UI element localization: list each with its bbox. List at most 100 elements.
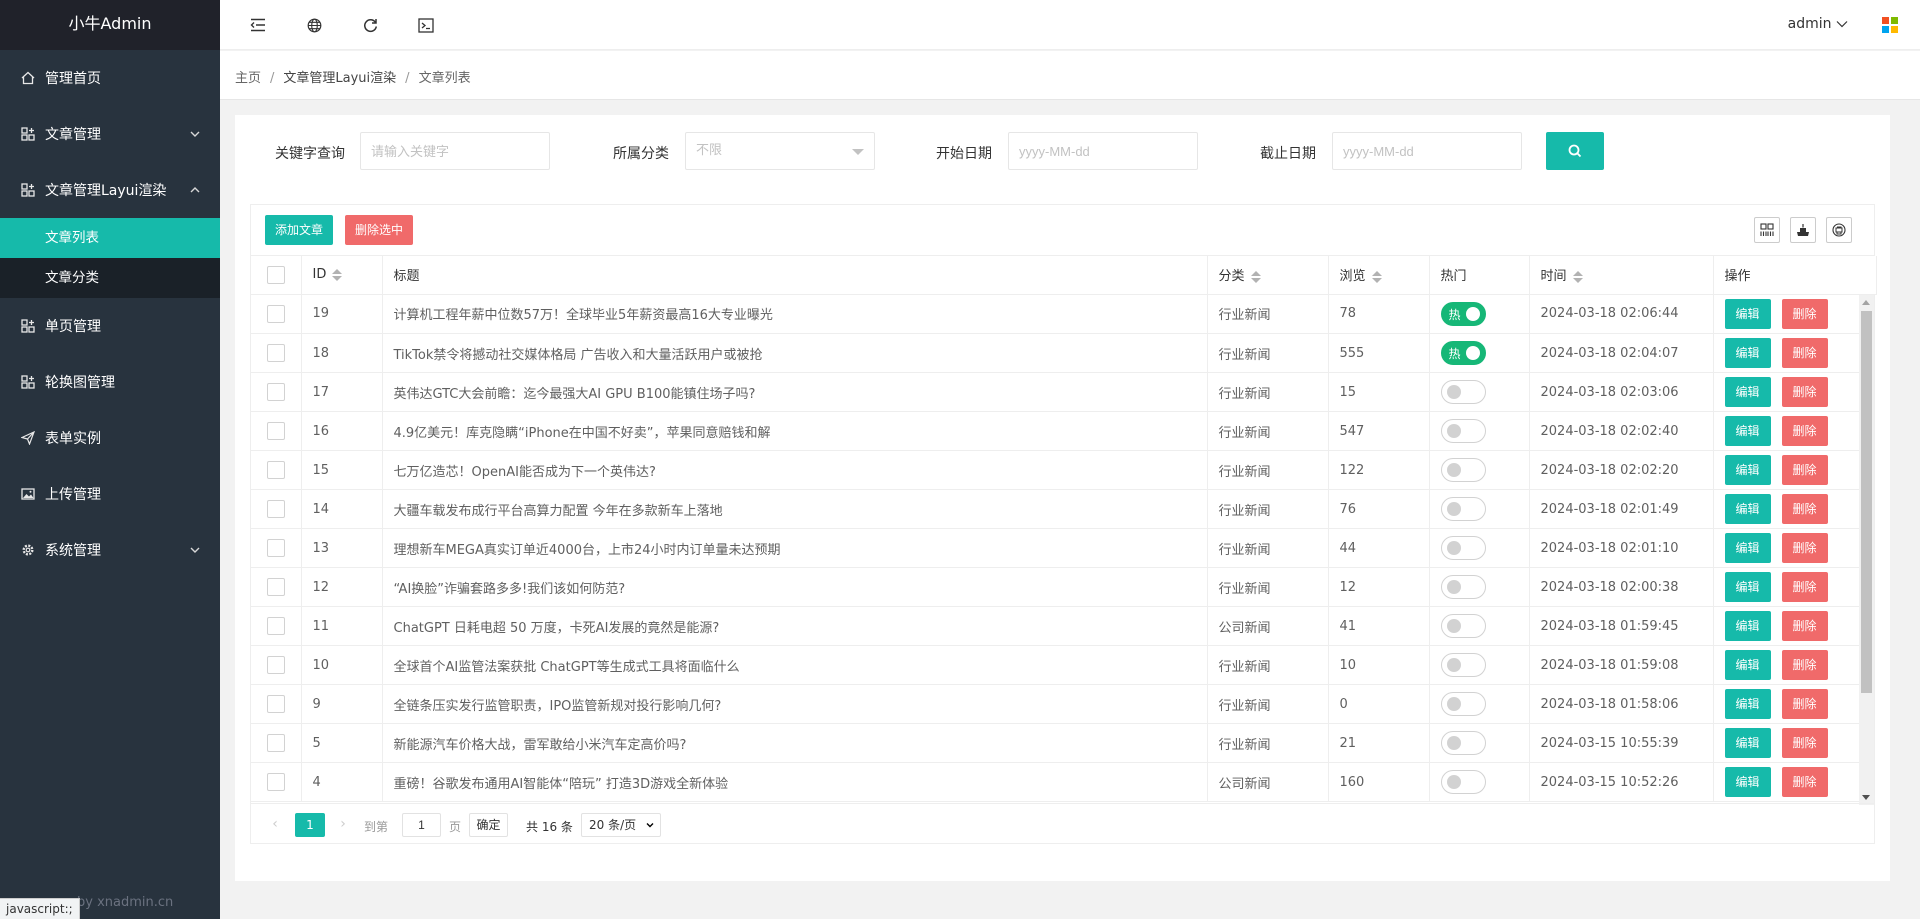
- table-row[interactable]: 11 ChatGPT 日耗电超 50 万度，卡死AI发展的竟然是能源? 公司新闻 41…: [251, 606, 1874, 646]
- delete-button[interactable]: 删除: [1781, 572, 1828, 602]
- menu-fold-icon[interactable]: [248, 15, 268, 35]
- start-date-input[interactable]: [1008, 132, 1198, 170]
- edit-button[interactable]: 编辑: [1724, 572, 1771, 602]
- column-header-category[interactable]: 分类: [1207, 256, 1329, 295]
- scroll-down-arrow-icon[interactable]: [1862, 794, 1870, 800]
- hot-toggle[interactable]: [1440, 536, 1486, 560]
- row-checkbox[interactable]: [266, 734, 285, 752]
- sidebar-item-pages[interactable]: 单页管理: [0, 298, 220, 354]
- edit-button[interactable]: 编辑: [1724, 611, 1771, 641]
- sidebar-item-articles-layui[interactable]: 文章管理Layui渲染: [0, 162, 220, 218]
- sort-icon[interactable]: [1572, 270, 1583, 283]
- hot-toggle[interactable]: 热: [1440, 341, 1486, 365]
- page-size-select[interactable]: 20 条/页: [581, 813, 661, 837]
- delete-button[interactable]: 删除: [1781, 455, 1828, 485]
- edit-button[interactable]: 编辑: [1724, 338, 1771, 368]
- table-row[interactable]: 14 大疆车载发布成行平台高算力配置 今年在多款新车上落地 行业新闻 76 2024-0…: [251, 489, 1874, 529]
- hot-toggle[interactable]: [1440, 497, 1486, 521]
- table-row[interactable]: 16 4.9亿美元！库克隐瞒“iPhone在中国不好卖”，苹果同意赔钱和解 行业新闻…: [251, 411, 1874, 451]
- table-row[interactable]: 18 TikTok禁令将撼动社交媒体格局 广告收入和大量活跃用户或被抢 行业新闻 55…: [251, 333, 1874, 373]
- hot-toggle[interactable]: [1440, 380, 1486, 404]
- row-checkbox[interactable]: [266, 304, 285, 323]
- edit-button[interactable]: 编辑: [1724, 494, 1771, 524]
- app-logo[interactable]: 小牛Admin: [0, 0, 220, 50]
- delete-button[interactable]: 删除: [1781, 377, 1828, 407]
- print-icon[interactable]: [1826, 217, 1852, 243]
- scrollbar-thumb[interactable]: [1861, 310, 1872, 693]
- keyword-input[interactable]: [360, 132, 550, 170]
- edit-button[interactable]: 编辑: [1724, 298, 1771, 329]
- row-checkbox[interactable]: [266, 695, 285, 713]
- sort-icon[interactable]: [1250, 270, 1261, 283]
- sort-icon[interactable]: [1371, 270, 1382, 283]
- sidebar-item-carousel[interactable]: 轮换图管理: [0, 354, 220, 410]
- row-checkbox[interactable]: [266, 656, 285, 674]
- row-checkbox[interactable]: [266, 500, 285, 518]
- sidebar-item-uploads[interactable]: 上传管理: [0, 466, 220, 522]
- table-row[interactable]: 17 英伟达GTC大会前瞻：迄今最强大AI GPU B100能镇住场子吗? 行业新闻…: [251, 372, 1874, 412]
- terminal-icon[interactable]: [416, 15, 436, 35]
- vertical-scrollbar[interactable]: [1859, 294, 1874, 805]
- edit-button[interactable]: 编辑: [1724, 650, 1771, 680]
- sidebar-item-articles[interactable]: 文章管理: [0, 106, 220, 162]
- table-row[interactable]: 19 计算机工程年薪中位数57万！全球毕业5年薪资最高16大专业曝光 行业新闻 78 热…: [251, 294, 1874, 334]
- select-all-checkbox[interactable]: [266, 265, 285, 284]
- sidebar-item-home[interactable]: 管理首页: [0, 50, 220, 106]
- goto-page-input[interactable]: [402, 813, 441, 837]
- edit-button[interactable]: 编辑: [1724, 767, 1771, 797]
- sidebar-item-system[interactable]: 系统管理: [0, 522, 220, 578]
- next-page-icon[interactable]: ›: [333, 814, 353, 834]
- sidebar-subitem-article-list[interactable]: 文章列表: [0, 218, 220, 258]
- hot-toggle[interactable]: [1440, 458, 1486, 482]
- hot-toggle[interactable]: [1440, 731, 1486, 755]
- table-row[interactable]: 4 重磅！谷歌发布通用AI智能体“陪玩” 打造3D游戏全新体验 公司新闻 160 202…: [251, 762, 1874, 802]
- edit-button[interactable]: 编辑: [1724, 455, 1771, 485]
- row-checkbox[interactable]: [266, 422, 285, 440]
- table-row[interactable]: 10 全球首个AI监管法案获批 ChatGPT等生成式工具将面临什么 行业新闻 10 2…: [251, 645, 1874, 685]
- delete-selected-button[interactable]: 删除选中: [345, 215, 414, 245]
- add-article-button[interactable]: 添加文章: [265, 215, 334, 245]
- globe-icon[interactable]: [304, 15, 324, 35]
- sidebar-subitem-article-category[interactable]: 文章分类: [0, 258, 220, 298]
- table-body[interactable]: 19 计算机工程年薪中位数57万！全球毕业5年薪资最高16大专业曝光 行业新闻 78 热…: [251, 294, 1874, 805]
- edit-button[interactable]: 编辑: [1724, 533, 1771, 563]
- search-button[interactable]: [1546, 132, 1604, 170]
- columns-filter-icon[interactable]: [1754, 217, 1780, 243]
- delete-button[interactable]: 删除: [1781, 416, 1828, 446]
- category-select[interactable]: 不限: [685, 132, 875, 170]
- prev-page-icon[interactable]: ‹: [265, 814, 285, 834]
- table-row[interactable]: 15 七万亿造芯！OpenAI能否成为下一个英伟达? 行业新闻 122 2024-03-…: [251, 450, 1874, 490]
- delete-button[interactable]: 删除: [1781, 533, 1828, 563]
- hot-toggle[interactable]: [1440, 770, 1486, 794]
- delete-button[interactable]: 删除: [1781, 611, 1828, 641]
- row-checkbox[interactable]: [266, 383, 285, 401]
- edit-button[interactable]: 编辑: [1724, 728, 1771, 758]
- table-row[interactable]: 5 新能源汽车价格大战，雷军敢给小米汽车定高价吗? 行业新闻 21 2024-03-15…: [251, 723, 1874, 763]
- row-checkbox[interactable]: [266, 578, 285, 596]
- row-checkbox[interactable]: [266, 461, 285, 479]
- end-date-input[interactable]: [1332, 132, 1522, 170]
- page-1-button[interactable]: 1: [295, 813, 325, 837]
- scroll-up-arrow-icon[interactable]: [1862, 299, 1870, 305]
- delete-button[interactable]: 删除: [1781, 298, 1828, 329]
- delete-button[interactable]: 删除: [1781, 728, 1828, 758]
- breadcrumb-current[interactable]: 文章列表: [419, 71, 471, 86]
- apps-grid-icon[interactable]: [1882, 17, 1898, 33]
- hot-toggle[interactable]: [1440, 653, 1486, 677]
- breadcrumb-section[interactable]: 文章管理Layui渲染: [283, 71, 396, 86]
- table-row[interactable]: 13 理想新车MEGA真实订单近4000台，上市24小时内订单量未达预期 行业新闻 4…: [251, 528, 1874, 568]
- hot-toggle[interactable]: [1440, 419, 1486, 443]
- table-row[interactable]: 9 全链条压实发行监管职责，IPO监管新规对投行影响几何? 行业新闻 0 2024-03…: [251, 684, 1874, 724]
- column-header-time[interactable]: 时间: [1529, 256, 1714, 295]
- sort-icon[interactable]: [332, 268, 343, 281]
- table-row[interactable]: 12 “AI换脸”诈骗套路多多!我们该如何防范? 行业新闻 12 2024-03-18 …: [251, 567, 1874, 607]
- breadcrumb-home[interactable]: 主页: [235, 71, 261, 86]
- delete-button[interactable]: 删除: [1781, 338, 1828, 368]
- refresh-icon[interactable]: [360, 15, 380, 35]
- user-menu[interactable]: admin: [1788, 16, 1848, 32]
- delete-button[interactable]: 删除: [1781, 650, 1828, 680]
- hot-toggle[interactable]: 热: [1440, 301, 1486, 326]
- column-header-id[interactable]: ID: [301, 256, 383, 295]
- edit-button[interactable]: 编辑: [1724, 689, 1771, 719]
- sidebar-item-forms[interactable]: 表单实例: [0, 410, 220, 466]
